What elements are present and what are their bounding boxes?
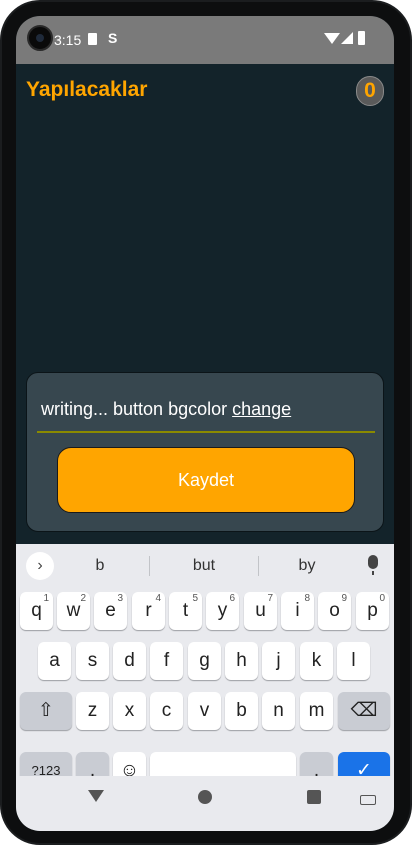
key-l[interactable]: l	[337, 642, 370, 680]
backspace-key[interactable]: ⌫	[338, 692, 390, 730]
todo-input-value: writing... button bgcolor change	[41, 399, 292, 419]
key-u[interactable]: u7	[244, 592, 277, 630]
key-r[interactable]: r4	[132, 592, 165, 630]
signal-icon	[341, 32, 353, 44]
key-v[interactable]: v	[188, 692, 221, 730]
s-notification-icon: S	[108, 30, 118, 46]
key-j[interactable]: j	[262, 642, 295, 680]
camera-icon	[27, 25, 53, 51]
recents-icon[interactable]	[307, 790, 321, 804]
suggestion-bar: › b but by	[16, 544, 394, 588]
home-icon[interactable]	[198, 790, 212, 804]
key-y[interactable]: y6	[206, 592, 239, 630]
key-p[interactable]: p0	[356, 592, 389, 630]
todo-count-badge: 0	[356, 76, 384, 106]
key-k[interactable]: k	[300, 642, 333, 680]
key-c[interactable]: c	[150, 692, 183, 730]
key-o[interactable]: o9	[318, 592, 351, 630]
key-n[interactable]: n	[262, 692, 295, 730]
app-title: Yapılacaklar	[26, 78, 148, 101]
microphone-icon[interactable]	[368, 555, 378, 575]
phone-frame: 3:15 S Yapılacaklar 0 writing... button …	[0, 0, 412, 845]
key-x[interactable]: x	[113, 692, 146, 730]
shift-key[interactable]: ⇧	[20, 692, 72, 730]
suggestion-item[interactable]: but	[154, 557, 254, 575]
screen: 3:15 S Yapılacaklar 0 writing... button …	[16, 16, 394, 831]
navigation-bar	[16, 776, 394, 831]
key-z[interactable]: z	[76, 692, 109, 730]
key-m[interactable]: m	[300, 692, 333, 730]
key-e[interactable]: e3	[94, 592, 127, 630]
key-d[interactable]: d	[113, 642, 146, 680]
key-q[interactable]: q1	[20, 592, 53, 630]
key-s[interactable]: s	[76, 642, 109, 680]
key-a[interactable]: a	[38, 642, 71, 680]
save-button[interactable]: Kaydet	[57, 447, 355, 513]
suggestion-item[interactable]: by	[257, 557, 357, 575]
back-icon[interactable]	[88, 790, 104, 802]
soft-keyboard: › b but by q1 w2 e3 r4 t5 y6 u7 i8 o9 p0…	[16, 544, 394, 794]
key-g[interactable]: g	[188, 642, 221, 680]
key-h[interactable]: h	[225, 642, 258, 680]
status-time: 3:15	[54, 32, 82, 48]
battery-icon	[358, 31, 365, 45]
key-i[interactable]: i8	[281, 592, 314, 630]
suggestion-divider	[149, 556, 150, 576]
key-t[interactable]: t5	[169, 592, 202, 630]
suggestion-item[interactable]: b	[50, 557, 150, 575]
wifi-icon	[324, 33, 340, 44]
new-todo-card: writing... button bgcolor change Kaydet	[26, 372, 384, 532]
sim-card-icon	[88, 33, 97, 45]
key-f[interactable]: f	[150, 642, 183, 680]
key-b[interactable]: b	[225, 692, 258, 730]
key-w[interactable]: w2	[57, 592, 90, 630]
status-bar: 3:15 S	[16, 16, 394, 64]
todo-input[interactable]: writing... button bgcolor change	[37, 393, 375, 433]
composing-text: change	[232, 399, 292, 419]
keyboard-switch-icon[interactable]	[360, 795, 376, 805]
